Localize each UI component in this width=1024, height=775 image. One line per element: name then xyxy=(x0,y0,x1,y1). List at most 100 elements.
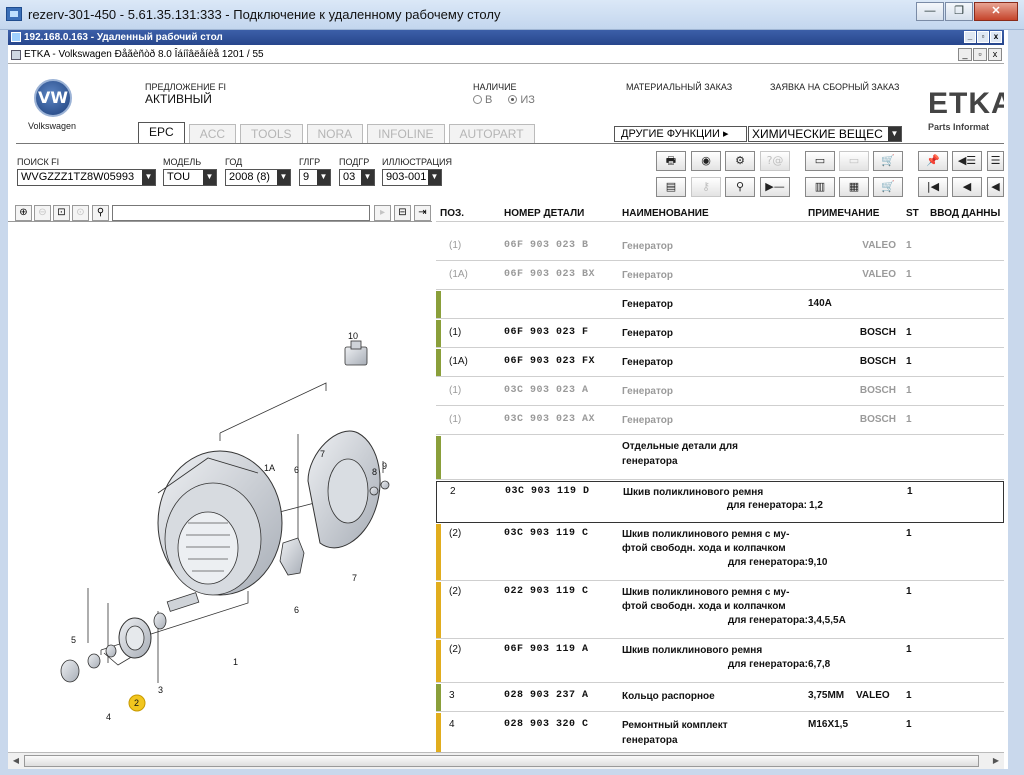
chevron-down-icon[interactable]: ▼ xyxy=(428,170,441,185)
tab-autopart[interactable]: AUTOPART xyxy=(448,124,535,143)
pin-button[interactable]: 📌 xyxy=(918,151,948,171)
model-select[interactable]: TOU ▼ xyxy=(163,169,217,186)
illustration-viewer[interactable]: 10 1A 6 7 8 9 7 6 1 3 2 4 5 xyxy=(8,223,432,752)
prev-button[interactable]: ◀ xyxy=(987,177,1004,197)
table-row[interactable]: (1A) 06F 903 023 FX Генератор BOSCH 1 xyxy=(436,349,1004,377)
rdp-restore-button[interactable]: ▫ xyxy=(977,31,989,43)
col-note[interactable]: ПРИМЕЧАНИЕ xyxy=(808,208,879,219)
layout-icon[interactable]: ⊟ xyxy=(394,205,411,221)
col-st[interactable]: ST xyxy=(906,208,919,219)
list-view-button[interactable]: ▤ xyxy=(656,177,686,197)
list-button[interactable]: ☰ xyxy=(987,151,1004,171)
zoom-out-icon[interactable]: ⊖ xyxy=(34,205,51,221)
minimize-button[interactable]: — xyxy=(916,2,944,21)
etka-close-button[interactable]: x xyxy=(988,48,1002,61)
chevron-down-icon[interactable]: ▼ xyxy=(203,170,216,185)
expand-icon[interactable]: ⇥ xyxy=(414,205,431,221)
callout-10[interactable]: 10 xyxy=(348,331,358,341)
callout-7-bottom[interactable]: 7 xyxy=(352,573,357,583)
table-row[interactable]: 3 028 903 237 A Кольцо распорное 3,75MM … xyxy=(436,684,1004,712)
key-button[interactable]: ⚷ xyxy=(691,177,721,197)
illustration-select[interactable]: 903-001 ▼ xyxy=(382,169,442,186)
callout-8[interactable]: 8 xyxy=(372,467,377,477)
cart-add-button[interactable]: 🛒 xyxy=(873,151,903,171)
col-part-number[interactable]: НОМЕР ДЕТАЛИ xyxy=(504,208,584,219)
table-row[interactable]: (2) 022 903 119 C Шкив поликлинового рем… xyxy=(436,582,1004,639)
material-order-link[interactable]: МАТЕРИАЛЬНЫЙ ЗАКАЗ xyxy=(626,82,732,92)
table-row-selected[interactable]: 2 03C 903 119 D Шкив поликлинового ремня… xyxy=(436,481,1004,523)
chemicals-select[interactable]: ХИМИЧЕСКИЕ ВЕЩЕС ▼ xyxy=(748,126,902,142)
help-button[interactable]: ?@ xyxy=(760,151,790,171)
rdp-minimize-button[interactable]: _ xyxy=(964,31,976,43)
chevron-down-icon[interactable]: ▼ xyxy=(317,170,330,185)
callout-1[interactable]: 1 xyxy=(233,657,238,667)
table-row-group[interactable]: Отдельные детали для генератора xyxy=(436,436,1004,480)
cart-button[interactable]: 🛒 xyxy=(873,177,903,197)
illustration-search-field[interactable] xyxy=(112,205,370,221)
table-row[interactable]: (1) 03C 903 023 A Генератор BOSCH 1 xyxy=(436,378,1004,406)
callout-3[interactable]: 3 xyxy=(158,685,163,695)
disc-button[interactable]: ◉ xyxy=(691,151,721,171)
col-data-entry[interactable]: ВВОД ДАННЫ xyxy=(930,208,1000,219)
callout-6-top[interactable]: 6 xyxy=(294,465,299,475)
table-row[interactable]: (1A) 06F 903 023 BX Генератор VALEO 1 xyxy=(436,262,1004,290)
prev-page-button[interactable]: ◀ xyxy=(952,177,982,197)
tab-epc[interactable]: EPC xyxy=(138,122,185,143)
callout-2[interactable]: 2 xyxy=(134,698,139,708)
table-row-group[interactable]: Генератор 140A xyxy=(436,291,1004,319)
callout-4[interactable]: 4 xyxy=(106,712,111,722)
maximize-button[interactable]: ❐ xyxy=(945,2,973,21)
bike-button[interactable]: ⚲ xyxy=(725,177,755,197)
glgr-select[interactable]: 9 ▼ xyxy=(299,169,331,186)
close-button[interactable]: ✕ xyxy=(974,2,1018,21)
parts-button[interactable]: ⚙ xyxy=(725,151,755,171)
chevron-down-icon[interactable]: ▼ xyxy=(277,170,290,185)
col-name[interactable]: НАИМЕНОВАНИЕ xyxy=(622,208,709,219)
availability-from-radio[interactable]: ИЗ xyxy=(508,94,535,106)
zoom-fit-icon[interactable]: ⊡ xyxy=(53,205,70,221)
podgr-select[interactable]: 03 ▼ xyxy=(339,169,375,186)
fi-search-input[interactable]: WVGZZZ1TZ8W05993 ▼ xyxy=(17,169,156,186)
table-row[interactable]: (1) 03C 903 023 AX Генератор BOSCH 1 xyxy=(436,407,1004,435)
etka-restore-button[interactable]: ▫ xyxy=(973,48,987,61)
assembly-order-link[interactable]: ЗАЯВКА НА СБОРНЫЙ ЗАКАЗ xyxy=(770,82,899,92)
other-functions-button[interactable]: ДРУГИЕ ФУНКЦИИ ▸ xyxy=(614,126,747,142)
export-icon[interactable]: ▸ xyxy=(374,205,391,221)
callout-6-bottom[interactable]: 6 xyxy=(294,605,299,615)
chevron-down-icon[interactable]: ▼ xyxy=(142,170,155,185)
tab-tools[interactable]: TOOLS xyxy=(240,124,303,143)
scroll-right-icon[interactable]: ▶ xyxy=(990,755,1002,767)
etka-minimize-button[interactable]: _ xyxy=(958,48,972,61)
horizontal-scrollbar[interactable]: ◀ ▶ xyxy=(8,752,1004,769)
print-button[interactable]: 🖶 xyxy=(656,151,686,171)
year-select[interactable]: 2008 (8) ▼ xyxy=(225,169,291,186)
table-row[interactable]: (2) 03C 903 119 C Шкив поликлинового рем… xyxy=(436,524,1004,581)
tab-nora[interactable]: NORA xyxy=(306,124,364,143)
scroll-left-icon[interactable]: ◀ xyxy=(10,755,22,767)
callout-5[interactable]: 5 xyxy=(71,635,76,645)
table-row[interactable]: (1) 06F 903 023 F Генератор BOSCH 1 xyxy=(436,320,1004,348)
col-pos[interactable]: ПОЗ. xyxy=(440,208,464,219)
callout-7-top[interactable]: 7 xyxy=(320,449,325,459)
horizontal-scroll-thumb[interactable] xyxy=(24,755,979,767)
callout-1a[interactable]: 1A xyxy=(264,463,275,473)
rdp-close-button[interactable]: x xyxy=(990,31,1002,43)
zoom-in-icon[interactable]: ⊕ xyxy=(15,205,32,221)
chevron-down-icon[interactable]: ▼ xyxy=(888,127,901,141)
table-row[interactable]: (1) 06F 903 023 B Генератор VALEO 1 xyxy=(436,233,1004,261)
next-minus-button[interactable]: ▶— xyxy=(760,177,790,197)
zoom-region-icon[interactable]: ⊙ xyxy=(72,205,89,221)
back-list-button[interactable]: ◀☰ xyxy=(952,151,982,171)
table-row[interactable]: (2) 06F 903 119 A Шкив поликлинового рем… xyxy=(436,640,1004,683)
callout-9[interactable]: 9 xyxy=(382,461,387,471)
depot-button[interactable]: ▭ xyxy=(839,151,869,171)
grid-button[interactable]: ▦ xyxy=(839,177,869,197)
first-page-button[interactable]: |◀ xyxy=(918,177,948,197)
elsa-button[interactable]: ▭ xyxy=(805,151,835,171)
table-row[interactable]: 4 028 903 320 C Ремонтный комплект генер… xyxy=(436,713,1004,752)
catalog-button[interactable]: ▥ xyxy=(805,177,835,197)
magnifier-icon[interactable]: ⚲ xyxy=(92,205,109,221)
availability-in-radio[interactable]: В xyxy=(473,94,492,106)
tab-infoline[interactable]: INFOLINE xyxy=(367,124,445,143)
tab-acc[interactable]: ACC xyxy=(188,124,237,143)
